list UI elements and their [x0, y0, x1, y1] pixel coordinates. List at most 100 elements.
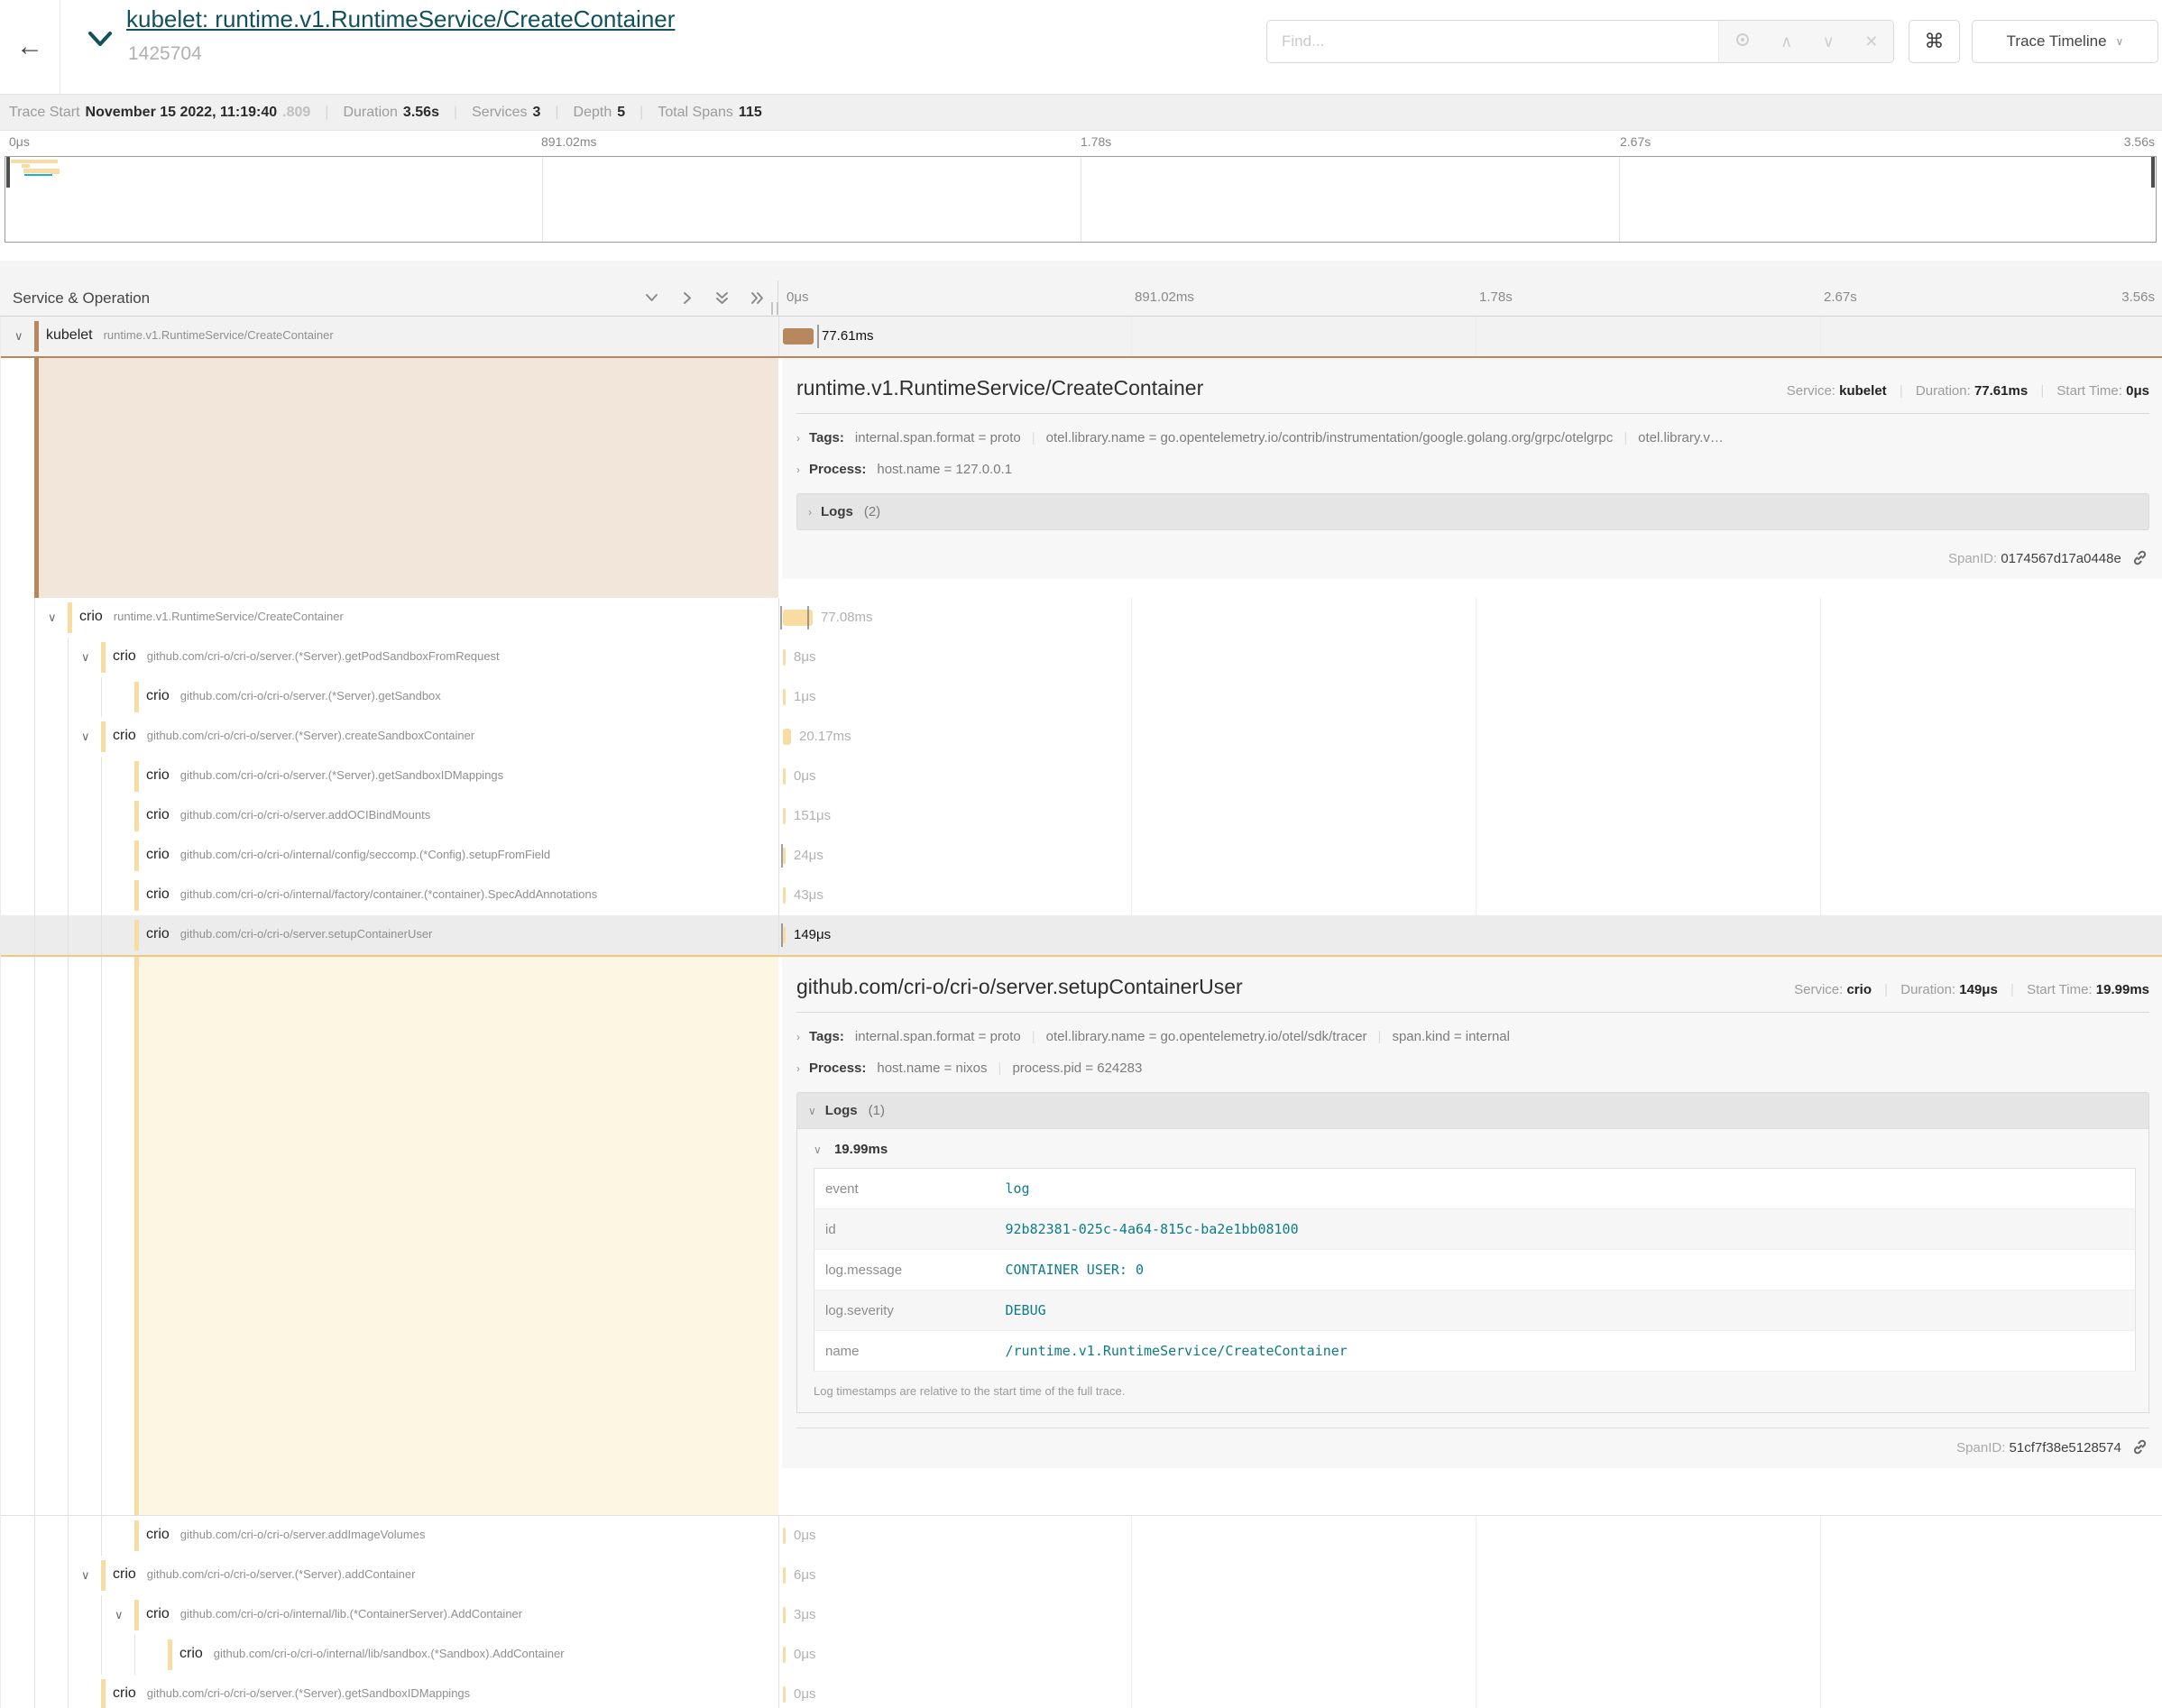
- find-next-icon[interactable]: ∨: [1823, 32, 1835, 51]
- span-duration-bar[interactable]: [783, 927, 786, 943]
- expand-one-icon[interactable]: [679, 290, 695, 306]
- table-row[interactable]: ∨ criogithub.com/cri-o/cri-o/internal/fa…: [1, 876, 2162, 915]
- table-row[interactable]: ∨ criogithub.com/cri-o/cri-o/server.(*Se…: [1, 677, 2162, 717]
- span-duration-bar[interactable]: [783, 1607, 786, 1623]
- minimap-right-handle[interactable]: [2151, 157, 2155, 188]
- span-name-cell[interactable]: ∨ criogithub.com/cri-o/cri-o/server.setu…: [1, 915, 778, 955]
- logs-accordion[interactable]: › Logs (2): [796, 493, 2149, 530]
- span-color-bar: [101, 642, 106, 673]
- span-timeline-cell[interactable]: 0μs: [778, 1635, 2162, 1675]
- span-timeline-cell[interactable]: 77.61ms: [778, 317, 2162, 356]
- table-row[interactable]: ∨ criogithub.com/cri-o/cri-o/server.(*Se…: [1, 1556, 2162, 1595]
- table-row[interactable]: ∨ criogithub.com/cri-o/cri-o/server.addI…: [1, 1516, 2162, 1556]
- trace-collapse-chevron-icon[interactable]: [87, 29, 114, 53]
- chevron-down-icon[interactable]: ∨: [14, 329, 23, 344]
- span-duration-bar[interactable]: [783, 887, 786, 904]
- span-timeline-cell[interactable]: 3μs: [778, 1595, 2162, 1635]
- chevron-down-icon[interactable]: ∨: [81, 730, 90, 744]
- tags-accordion[interactable]: › Tags: internal.span.format = proto | o…: [796, 430, 2149, 445]
- span-timeline-cell[interactable]: 43μs: [778, 876, 2162, 915]
- span-timeline-cell[interactable]: 20.17ms: [778, 717, 2162, 757]
- span-timeline-cell[interactable]: 0μs: [778, 757, 2162, 796]
- find-clear-icon[interactable]: ✕: [1864, 32, 1878, 51]
- table-row[interactable]: ∨ criogithub.com/cri-o/cri-o/server.(*Se…: [1, 638, 2162, 677]
- span-name-cell[interactable]: ∨ criogithub.com/cri-o/cri-o/internal/li…: [1, 1595, 778, 1635]
- span-duration-bar[interactable]: [783, 768, 786, 785]
- table-row[interactable]: ∨ criogithub.com/cri-o/cri-o/server.addO…: [1, 796, 2162, 836]
- span-timeline-cell[interactable]: 8μs: [778, 638, 2162, 677]
- span-name-cell[interactable]: ∨ criogithub.com/cri-o/cri-o/internal/fa…: [1, 876, 778, 915]
- span-timeline-cell[interactable]: 1μs: [778, 677, 2162, 717]
- span-name-cell[interactable]: ∨ criogithub.com/cri-o/cri-o/server.(*Se…: [1, 677, 778, 717]
- table-row[interactable]: ∨ kubeletruntime.v1.RuntimeService/Creat…: [1, 317, 2162, 356]
- span-duration-bar[interactable]: [783, 729, 791, 745]
- span-name-cell[interactable]: ∨ criogithub.com/cri-o/cri-o/server.(*Se…: [1, 1675, 778, 1708]
- span-timeline-cell[interactable]: 149μs: [778, 915, 2162, 955]
- column-resizer-handle[interactable]: [771, 302, 778, 315]
- span-duration-bar[interactable]: [783, 1647, 786, 1663]
- table-row[interactable]: ∨ criogithub.com/cri-o/cri-o/server.(*Se…: [1, 717, 2162, 757]
- span-name-cell[interactable]: ∨ criogithub.com/cri-o/cri-o/server.(*Se…: [1, 757, 778, 796]
- span-duration-bar[interactable]: [783, 1528, 786, 1544]
- span-timeline-cell[interactable]: 24μs: [778, 836, 2162, 876]
- trace-title-link[interactable]: kubelet: runtime.v1.RuntimeService/Creat…: [126, 5, 675, 33]
- span-duration-bar[interactable]: [783, 848, 786, 864]
- service-name: crio: [146, 807, 170, 822]
- span-timeline-cell[interactable]: 0μs: [778, 1516, 2162, 1556]
- span-name-cell[interactable]: ∨ criogithub.com/cri-o/cri-o/server.(*Se…: [1, 717, 778, 757]
- copy-link-icon[interactable]: [2132, 1439, 2148, 1455]
- span-duration-bar[interactable]: [783, 1567, 786, 1584]
- table-row[interactable]: ∨ criogithub.com/cri-o/cri-o/server.(*Se…: [1, 757, 2162, 796]
- process-accordion[interactable]: › Process: host.name = 127.0.0.1: [796, 462, 2149, 477]
- span-duration-bar[interactable]: [783, 1686, 786, 1703]
- span-detail-title: runtime.v1.RuntimeService/CreateContaine…: [796, 376, 1787, 400]
- span-duration-bar[interactable]: [783, 328, 814, 344]
- span-timeline-cell[interactable]: 77.08ms: [778, 598, 2162, 638]
- span-timeline-cell[interactable]: 6μs: [778, 1556, 2162, 1595]
- span-name-cell[interactable]: ∨ criogithub.com/cri-o/cri-o/internal/li…: [1, 1635, 778, 1675]
- span-duration-bar[interactable]: [783, 808, 786, 824]
- collapse-all-icon[interactable]: [714, 290, 730, 306]
- chevron-down-icon[interactable]: ∨: [48, 611, 57, 625]
- chevron-down-icon[interactable]: ∨: [81, 1568, 90, 1583]
- logs-accordion[interactable]: ∨ Logs (1): [796, 1092, 2149, 1129]
- table-row[interactable]: ∨ criogithub.com/cri-o/cri-o/server.(*Se…: [1, 1675, 2162, 1708]
- collapse-one-icon[interactable]: [644, 290, 659, 306]
- expand-all-icon[interactable]: [750, 290, 765, 306]
- span-name-cell[interactable]: ∨ criogithub.com/cri-o/cri-o/server.addI…: [1, 1516, 778, 1556]
- span-detail-title: github.com/cri-o/cri-o/server.setupConta…: [796, 975, 1794, 999]
- process-accordion[interactable]: › Process: host.name = nixos | process.p…: [796, 1061, 2149, 1076]
- span-name-cell[interactable]: ∨ criogithub.com/cri-o/cri-o/server.(*Se…: [1, 638, 778, 677]
- span-timeline-cell[interactable]: 0μs: [778, 1675, 2162, 1708]
- span-name-cell[interactable]: ∨ criogithub.com/cri-o/cri-o/server.(*Se…: [1, 1556, 778, 1595]
- table-row[interactable]: ∨ criogithub.com/cri-o/cri-o/internal/li…: [1, 1595, 2162, 1635]
- keyboard-shortcuts-button[interactable]: ⌘: [1909, 20, 1960, 63]
- chevron-down-icon[interactable]: ∨: [81, 650, 90, 665]
- span-duration-bar[interactable]: [783, 649, 786, 666]
- table-row[interactable]: ∨ crioruntime.v1.RuntimeService/CreateCo…: [1, 598, 2162, 638]
- locate-icon[interactable]: [1734, 32, 1751, 52]
- copy-link-icon[interactable]: [2132, 550, 2148, 565]
- span-name-cell[interactable]: ∨ kubeletruntime.v1.RuntimeService/Creat…: [1, 317, 778, 356]
- find-input[interactable]: [1267, 21, 1718, 62]
- span-name-cell[interactable]: ∨ criogithub.com/cri-o/cri-o/internal/co…: [1, 836, 778, 876]
- log-entry-header[interactable]: ∨ 19.99ms: [814, 1142, 2136, 1157]
- tags-accordion[interactable]: › Tags: internal.span.format = proto | o…: [796, 1029, 2149, 1044]
- table-row[interactable]: ∨ criogithub.com/cri-o/cri-o/internal/li…: [1, 1635, 2162, 1675]
- table-row[interactable]: ∨ criogithub.com/cri-o/cri-o/internal/co…: [1, 836, 2162, 876]
- back-button[interactable]: ←: [0, 0, 60, 94]
- find-prev-icon[interactable]: ∧: [1780, 32, 1792, 51]
- span-name-cell[interactable]: ∨ crioruntime.v1.RuntimeService/CreateCo…: [1, 598, 778, 638]
- span-duration-bar[interactable]: [783, 689, 786, 705]
- span-timeline-cell[interactable]: 151μs: [778, 796, 2162, 836]
- span-duration-label: 8μs: [794, 649, 816, 665]
- minimap-canvas[interactable]: [5, 156, 2157, 243]
- log-field-key: name: [814, 1331, 995, 1372]
- minimap-left-handle[interactable]: [6, 157, 10, 188]
- chevron-down-icon[interactable]: ∨: [115, 1608, 124, 1622]
- minimap-span-stroke: [22, 164, 30, 168]
- trace-view-select[interactable]: Trace Timeline ∨: [1972, 20, 2158, 63]
- span-name-cell[interactable]: ∨ criogithub.com/cri-o/cri-o/server.addO…: [1, 796, 778, 836]
- table-row[interactable]: ∨ criogithub.com/cri-o/cri-o/server.setu…: [1, 915, 2162, 955]
- table-row: id92b82381-025c-4a64-815c-ba2e1bb08100: [814, 1209, 2136, 1250]
